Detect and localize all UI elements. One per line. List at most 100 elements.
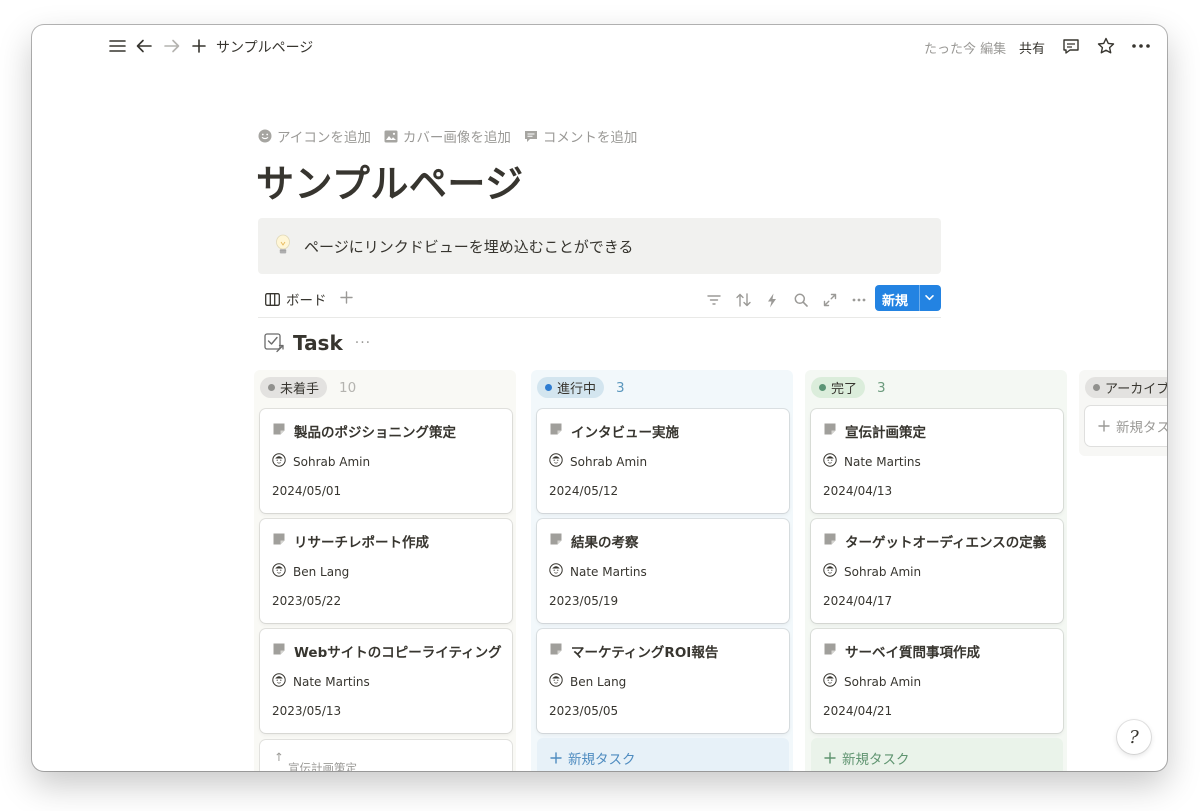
chevron-down-icon[interactable] [924,292,935,303]
card-assignee: Ben Lang [272,563,349,580]
add-comment-label: コメントを追加 [542,130,638,146]
task-card[interactable]: サーベイ質問事項作成 Sohrab Amin 2024/04/21 [811,629,1063,733]
card-title-text: インタビュー実施 [571,425,679,441]
add-task-label: 新規タスク [842,752,910,768]
forward-arrow-icon[interactable] [161,35,183,57]
plus-icon [1098,420,1110,432]
back-arrow-icon[interactable] [133,35,155,57]
column-count: 3 [616,379,625,396]
card-assignee: Sohrab Amin [823,673,921,690]
add-cover-button[interactable]: カバー画像を追加 [384,126,511,146]
card-date: 2023/05/22 [272,594,342,608]
column-header[interactable]: アーカイブ [1085,377,1167,398]
task-card[interactable]: 結果の考察 Nate Martins 2023/05/19 [537,519,789,623]
help-button[interactable]: ? [1117,720,1151,754]
add-task-label: 新規タスク [568,752,636,768]
card-title-text: 宣伝計画策定 [845,425,926,441]
status-label: 未着手 [280,382,320,397]
plus-icon [340,291,353,304]
task-card[interactable]: マーケティングROI報告 Ben Lang 2023/05/05 [537,629,789,733]
card-date: 2024/04/13 [823,484,893,498]
menu-icon[interactable] [106,35,128,57]
column-header[interactable]: 未着手 10 [260,377,356,398]
card-date: 2024/05/01 [272,484,342,498]
assignee-name: Sohrab Amin [570,454,648,469]
tab-board[interactable]: ボード [265,289,327,309]
card-title: ターゲットオーディエンスの定義 [823,531,1046,551]
status-badge[interactable]: アーカイブ [1085,377,1167,398]
add-icon-button[interactable]: アイコンを追加 [258,126,371,146]
assignee-name: Sohrab Amin [844,564,922,579]
view-bar: ボード 新規 [258,283,941,318]
page-icon [549,642,563,660]
image-icon [384,130,398,142]
share-button[interactable]: 共有 [1019,38,1045,57]
page-icon [823,642,837,660]
app-window: サンプルページ たった今 編集 共有 アイコンを追加 カバー画像を追加 コメント… [32,25,1167,771]
board-column: 完了 3 宣伝計画策定 Nate Martins 2024/04/13 ターゲットオーディ… [805,370,1067,771]
page-actions: アイコンを追加 カバー画像を追加 コメントを追加 [258,126,637,146]
breadcrumb-page-title[interactable]: サンプルページ [216,37,313,57]
add-task-button[interactable]: 新規タスク [537,738,789,771]
add-comment-button[interactable]: コメントを追加 [524,126,638,146]
card-parent-text: ↑ 宣伝計画策定 [274,750,357,771]
expand-icon[interactable] [820,290,840,310]
page-icon [549,422,563,440]
task-card[interactable]: ターゲットオーディエンスの定義 Sohrab Amin 2024/04/17 [811,519,1063,623]
view-more-icon[interactable] [849,290,869,310]
page-title[interactable]: サンプルページ [256,153,524,208]
search-icon[interactable] [791,290,811,310]
task-card[interactable]: 製品のポジショニング策定 Sohrab Amin 2024/05/01 [260,409,512,513]
star-icon[interactable] [1095,35,1117,57]
task-card[interactable]: 宣伝計画策定 Nate Martins 2024/04/13 [811,409,1063,513]
add-task-button[interactable]: 新規タスク [1085,406,1167,446]
tab-board-label: ボード [286,293,327,309]
database-more-icon[interactable]: ··· [355,335,371,351]
task-card[interactable]: Webサイトのコピーライティング Nate Martins 2023/05/13 [260,629,512,733]
sort-icon[interactable] [733,290,753,310]
task-card[interactable]: インタビュー実施 Sohrab Amin 2024/05/12 [537,409,789,513]
callout-text[interactable]: ページにリンクドビューを埋め込むことができる [304,236,633,257]
board-column: アーカイブ新規タスク [1079,370,1167,456]
card-title: 結果の考察 [549,531,639,551]
avatar-icon [549,453,563,470]
plus-icon[interactable] [188,35,210,57]
card-assignee: Sohrab Amin [549,453,647,470]
database-title[interactable]: Task ··· [264,331,371,355]
topbar: サンプルページ たった今 編集 共有 [32,25,1167,67]
more-icon[interactable] [1130,35,1152,57]
avatar-icon [823,453,837,470]
automation-icon[interactable] [762,290,782,310]
status-label: 完了 [831,382,858,397]
column-header[interactable]: 進行中 3 [537,377,625,398]
card-assignee: Nate Martins [823,453,921,470]
card-date: 2024/05/12 [549,484,619,498]
callout-block[interactable]: ページにリンクドビューを埋め込むことができる [258,218,941,274]
avatar-icon [272,563,286,580]
page-icon [272,532,286,550]
column-header[interactable]: 完了 3 [811,377,886,398]
add-task-button[interactable]: 新規タスク [811,738,1063,771]
assignee-name: Sohrab Amin [844,674,922,689]
add-task-label: 新規タスク [1116,420,1167,436]
new-button[interactable]: 新規 [875,285,941,311]
status-badge[interactable]: 完了 [811,377,866,398]
avatar-icon [549,563,563,580]
column-count: 3 [877,379,886,396]
card-title: リサーチレポート作成 [272,531,429,551]
board-column: 進行中 3 インタビュー実施 Sohrab Amin 2024/05/12 結果の考察 Na… [531,370,793,771]
card-assignee: Nate Martins [272,673,370,690]
card-title: サーベイ質問事項作成 [823,641,980,661]
task-card[interactable]: ↑ 宣伝計画策定 [260,740,512,771]
filter-icon[interactable] [704,290,724,310]
status-badge[interactable]: 未着手 [260,377,328,398]
status-badge[interactable]: 進行中 [537,377,605,398]
comment-icon[interactable] [1060,35,1082,57]
add-cover-label: カバー画像を追加 [402,130,511,146]
task-card[interactable]: リサーチレポート作成 Ben Lang 2023/05/22 [260,519,512,623]
plus-icon [824,752,836,764]
add-view-button[interactable] [340,288,353,309]
board-icon [265,292,280,306]
card-title-text: サーベイ質問事項作成 [845,645,980,661]
assignee-name: Sohrab Amin [293,454,371,469]
